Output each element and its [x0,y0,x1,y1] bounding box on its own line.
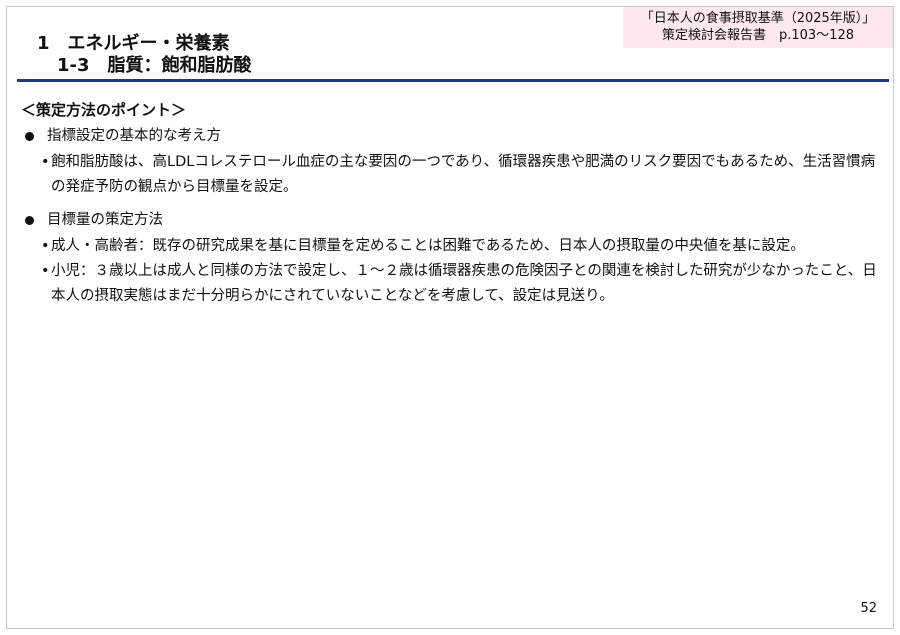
section-basic-approach: 指標設定の基本的な考え方 • 飽和脂肪酸は、高LDLコレステロール血症の主な要因… [21,124,887,200]
sub-list: • 飽和脂肪酸は、高LDLコレステロール血症の主な要因の一つであり、循環器疾患や… [21,150,887,200]
bullet-heading: 指標設定の基本的な考え方 [21,124,887,149]
list-item-text: 小児：３歳以上は成人と同様の方法で設定し、１～２歳は循環器疾患の危険因子との関連… [51,263,877,304]
section-heading: ＜策定方法のポイント＞ [21,101,187,119]
bullet-dot-icon [25,216,34,225]
section-target-method: 目標量の策定方法 • 成人・高齢者：既存の研究成果を基に目標量を定めることは困難… [21,208,887,309]
small-bullet-icon: • [41,238,50,254]
title-main: 1 エネルギー・栄養素 [37,33,230,54]
small-bullet-icon: • [41,263,50,279]
content-area: ＜策定方法のポイント＞ 指標設定の基本的な考え方 • 飽和脂肪酸は、高LDLコレ… [21,98,887,309]
bullet-heading-label: 目標量の策定方法 [47,212,163,228]
page-title: 1 エネルギー・栄養素 1-3 脂質：飽和脂肪酸 [37,33,252,77]
source-line-1: 「日本人の食事摂取基準（2025年版）」 [640,11,876,26]
sub-list: • 成人・高齢者：既存の研究成果を基に目標量を定めることは困難であるため、日本人… [21,234,887,309]
small-bullet-icon: • [41,154,50,170]
title-divider [17,79,889,82]
bullet-heading: 目標量の策定方法 [21,208,887,233]
page-number: 52 [860,601,877,616]
list-item: • 小児：３歳以上は成人と同様の方法で設定し、１～２歳は循環器疾患の危険因子との… [21,259,887,309]
bullet-heading-label: 指標設定の基本的な考え方 [47,128,221,144]
source-reference-box: 「日本人の食事摂取基準（2025年版）」 策定検討会報告書 p.103～128 [623,7,893,48]
bullet-dot-icon [25,132,34,141]
list-item: • 飽和脂肪酸は、高LDLコレステロール血症の主な要因の一つであり、循環器疾患や… [21,150,887,200]
list-item: • 成人・高齢者：既存の研究成果を基に目標量を定めることは困難であるため、日本人… [21,234,887,259]
title-sub: 1-3 脂質：飽和脂肪酸 [57,55,252,76]
source-line-2: 策定検討会報告書 p.103～128 [661,28,854,43]
list-item-text: 飽和脂肪酸は、高LDLコレステロール血症の主な要因の一つであり、循環器疾患や肥満… [51,154,876,195]
list-item-text: 成人・高齢者：既存の研究成果を基に目標量を定めることは困難であるため、日本人の摂… [51,238,805,254]
slide: 「日本人の食事摂取基準（2025年版）」 策定検討会報告書 p.103～128 … [6,6,894,629]
